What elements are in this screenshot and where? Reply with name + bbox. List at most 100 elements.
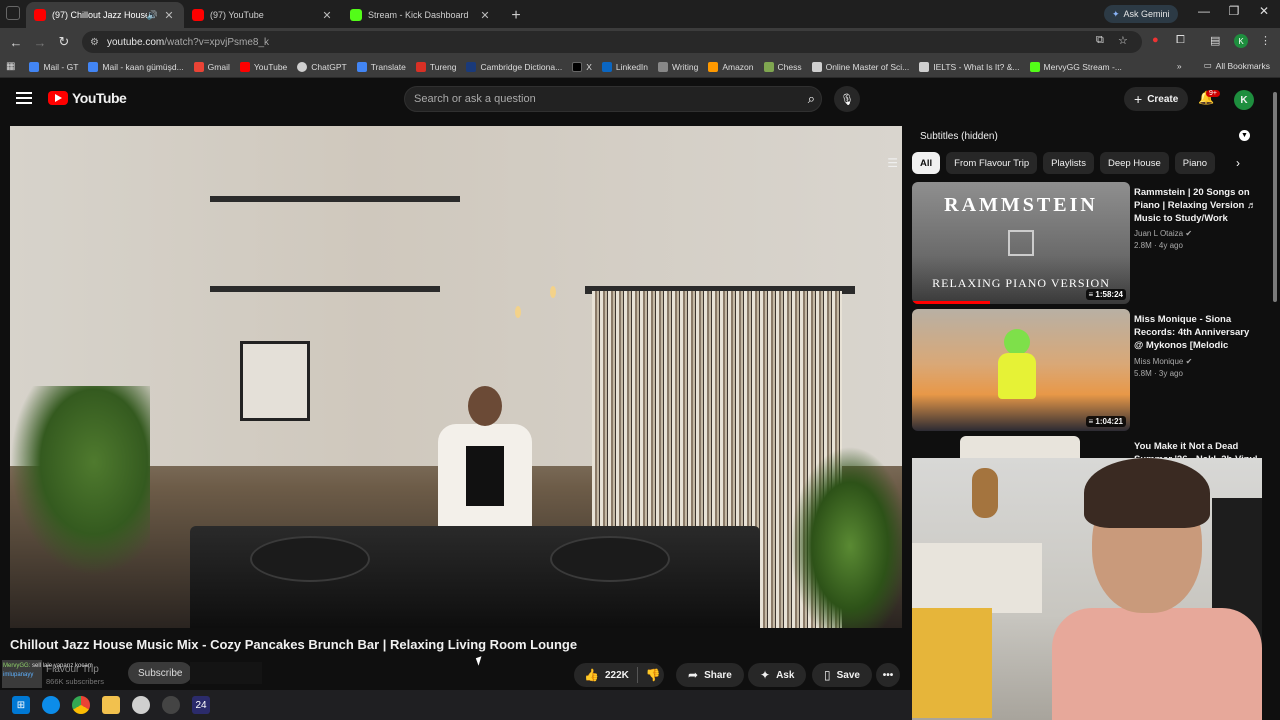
chat-username: imlupanayy [3, 672, 34, 678]
close-tab-icon[interactable]: ✕ [478, 9, 492, 22]
more-bookmarks-icon[interactable]: » [1177, 61, 1182, 71]
chip-from-flavour-trip[interactable]: From Flavour Trip [946, 152, 1038, 174]
video-player[interactable]: ☰ [10, 126, 902, 628]
thumbs-up-icon[interactable]: 👍 [584, 668, 599, 682]
bookmark-chatgpt[interactable]: ChatGPT [297, 61, 347, 72]
close-window-icon[interactable]: ✕ [1254, 4, 1274, 18]
create-button[interactable]: + Create [1124, 87, 1189, 111]
back-icon[interactable]: ← [4, 35, 28, 50]
ask-button[interactable]: ✦ Ask [748, 663, 807, 687]
bookmark-cambridge[interactable]: Cambridge Dictiona... [466, 61, 562, 72]
video-thumbnail[interactable]: RAMMSTEIN RELAXING PIANO VERSION ≡ 1:58:… [912, 182, 1130, 304]
bookmark-youtube[interactable]: YouTube [239, 61, 287, 72]
bookmark-writing[interactable]: Writing [658, 61, 698, 72]
apps-grid-icon[interactable]: ▦ [6, 61, 15, 72]
subtitles-panel-header[interactable]: Subtitles (hidden) ▼ [912, 126, 1258, 146]
browser-tab-youtube-video[interactable]: (97) Chillout Jazz House M 🔊 ✕ [26, 2, 184, 28]
menu-icon[interactable] [16, 92, 32, 104]
close-tab-icon[interactable]: ✕ [162, 9, 176, 22]
chevron-right-icon[interactable]: › [1236, 156, 1240, 170]
chip-playlists[interactable]: Playlists [1043, 152, 1094, 174]
recommendation-title[interactable]: You Make it Not a Dead Summer '26 - Nakl… [1134, 440, 1258, 458]
close-tab-icon[interactable]: ✕ [320, 9, 334, 22]
share-button[interactable]: ➦ Share [676, 663, 744, 687]
subscribe-button[interactable]: Subscribe [128, 662, 193, 684]
recommendation-title[interactable]: Miss Monique - Siona Records: 4th Annive… [1134, 313, 1258, 353]
page-scrollbar[interactable] [1270, 78, 1280, 690]
windows-start-icon[interactable]: ⊞ [12, 696, 30, 714]
youtube-favicon-icon [34, 9, 46, 21]
bookmark-mervygg[interactable]: MervyGG Stream -... [1029, 61, 1122, 72]
chip-deep-house[interactable]: Deep House [1099, 152, 1169, 174]
all-bookmarks-button[interactable]: » ▭ All Bookmarks [1177, 60, 1270, 71]
chip-all[interactable]: All [912, 152, 941, 174]
like-dislike-group: 👍 222K 👎 [574, 663, 664, 687]
maximize-icon[interactable]: ❐ [1224, 4, 1244, 18]
site-info-icon[interactable]: ⚙ [90, 37, 99, 48]
bookmark-chess[interactable]: Chess [763, 61, 802, 72]
youtube-logo[interactable]: YouTube [48, 90, 127, 106]
bookmark-linkedin[interactable]: LinkedIn [601, 61, 648, 72]
recommendation-item[interactable]: RAMMSTEIN RELAXING PIANO VERSION ≡ 1:58:… [912, 182, 1258, 304]
edge-icon[interactable] [42, 696, 60, 714]
chrome-menu-icon[interactable]: ⋮ [1260, 34, 1271, 47]
chatgpt-icon[interactable] [132, 696, 150, 714]
bookmark-ielts[interactable]: IELTS - What Is It? &... [919, 61, 1020, 72]
chatgpt-icon [297, 61, 308, 72]
bookmark-translate[interactable]: Translate [356, 61, 406, 72]
reload-icon[interactable]: ↻ [52, 34, 76, 50]
bookmark-x[interactable]: X [572, 61, 592, 72]
youtube-account-avatar[interactable]: K [1234, 90, 1254, 110]
more-actions-button[interactable]: ••• [876, 663, 900, 687]
video-thumbnail[interactable]: ≡ 1:04:21 [912, 309, 1130, 431]
forward-icon[interactable]: → [28, 35, 52, 50]
thumbs-down-icon[interactable]: 👎 [646, 668, 661, 682]
subtitles-label: Subtitles (hidden) [920, 130, 998, 142]
bookmark-mail-kaan[interactable]: Mail - kaan gümüşd... [88, 61, 184, 72]
recommendation-channel[interactable]: Miss Monique ✔ [1134, 357, 1258, 366]
new-tab-button[interactable]: + [504, 4, 528, 28]
bookmark-tureng[interactable]: Tureng [415, 61, 456, 72]
url-host: youtube.com [106, 36, 165, 48]
bookmark-star-icon[interactable]: ☆ [1118, 34, 1128, 47]
chevron-down-icon[interactable]: ▼ [1239, 130, 1250, 141]
url-path: /watch?v=xpvjPsme8_k [164, 36, 270, 48]
app-icon[interactable] [162, 696, 180, 714]
ask-gemini-label: Ask Gemini [1123, 9, 1170, 19]
like-count[interactable]: 222K [605, 670, 629, 681]
search-icon[interactable]: ⌕ [808, 91, 815, 107]
video-thumbnail[interactable] [960, 436, 1080, 458]
bookmark-amazon[interactable]: Amazon [708, 61, 754, 72]
speaker-icon[interactable]: 🔊 [147, 10, 158, 21]
voice-search-icon[interactable]: 🎙 [834, 86, 860, 112]
recommendation-item[interactable]: You Make it Not a Dead Summer '26 - Nakl… [912, 436, 1258, 458]
sidebar-icon[interactable]: ▤ [1210, 34, 1220, 47]
extensions-puzzle-icon[interactable]: ⧠ [1176, 34, 1185, 47]
overlay-panel [190, 662, 262, 684]
bookmark-mail-gt[interactable]: Mail - GT [29, 61, 78, 72]
browser-tab-kick[interactable]: Stream - Kick Dashboard ✕ [342, 2, 500, 28]
recommendation-title[interactable]: Rammstein | 20 Songs on Piano | Relaxing… [1134, 186, 1258, 225]
player-menu-icon[interactable]: ☰ [887, 156, 898, 170]
minimize-icon[interactable]: — [1194, 4, 1214, 18]
app-24-icon[interactable]: 24 [192, 696, 210, 714]
bookmark-online-master[interactable]: Online Master of Sci... [811, 61, 909, 72]
browser-tab-youtube[interactable]: (97) YouTube ✕ [184, 2, 342, 28]
tab-search-icon[interactable] [6, 6, 20, 20]
chip-piano[interactable]: Piano [1174, 152, 1216, 174]
chrome-icon[interactable] [72, 696, 90, 714]
install-app-icon[interactable]: ⧉ [1096, 34, 1104, 47]
tureng-icon [415, 61, 426, 72]
ask-gemini-button[interactable]: ✦ Ask Gemini [1104, 5, 1178, 23]
video-scene-lamp [515, 306, 521, 318]
extension-icon[interactable]: ● [1152, 34, 1159, 46]
bookmark-gmail[interactable]: Gmail [193, 61, 230, 72]
file-explorer-icon[interactable] [102, 696, 120, 714]
save-button[interactable]: ▯ Save [812, 663, 872, 687]
search-input[interactable]: Search or ask a question ⌕ [404, 86, 822, 112]
chrome-profile-avatar[interactable]: K [1234, 34, 1248, 48]
scrollbar-thumb[interactable] [1273, 92, 1277, 302]
address-bar[interactable]: ⚙ youtube.com/watch?v=xpvjPsme8_k [82, 31, 1142, 53]
recommendation-item[interactable]: ≡ 1:04:21 Miss Monique - Siona Records: … [912, 309, 1258, 431]
recommendation-channel[interactable]: Juan L Otaiza ✔ [1134, 229, 1258, 238]
